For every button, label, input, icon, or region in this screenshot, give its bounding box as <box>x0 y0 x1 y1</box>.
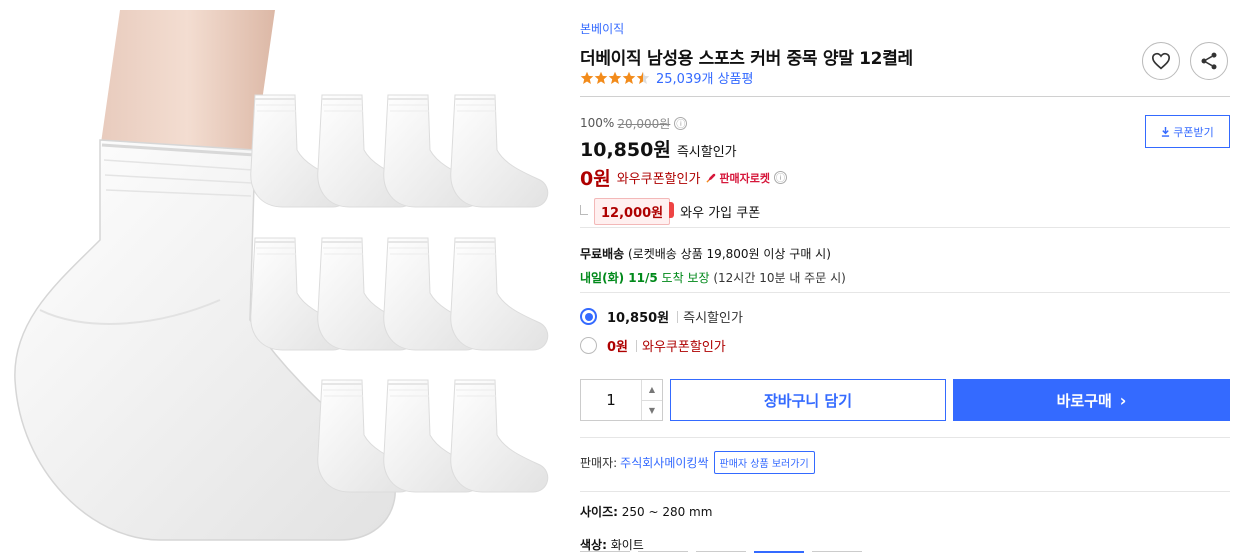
product-info-panel: 본베이직 더베이직 남성용 스포츠 커버 중목 양말 12켤레 25,039개 … <box>580 0 1230 555</box>
shipping-condition-row: 무료배송 (로켓배송 상품 19,800원 이상 구매 시) <box>580 245 846 262</box>
divider <box>580 227 1230 228</box>
divider <box>580 96 1230 97</box>
seller-products-button[interactable]: 판매자 상품 보러가기 <box>713 451 815 474</box>
option-price: 10,850원 <box>607 311 670 326</box>
option-label: 즉시할인가 <box>683 311 743 326</box>
wow-price-row: 0원 와우쿠폰할인가 판매자로켓 ⓘ <box>580 164 1230 191</box>
shipping-condition: (로켓배송 상품 19,800원 이상 구매 시) <box>628 247 831 261</box>
seller-rocket-badge: 판매자로켓 <box>706 170 770 186</box>
seller-label: 판매자: <box>580 456 618 470</box>
wow-price: 0원 <box>580 168 611 190</box>
product-title: 더베이직 남성용 스포츠 커버 중목 양말 12켤레 <box>580 49 913 69</box>
sale-price-row: 10,850원 즉시할인가 <box>580 135 1230 162</box>
option-swatch[interactable] <box>812 551 862 555</box>
sale-price: 10,850원 <box>580 139 671 161</box>
buy-now-label: 바로구매 <box>1056 391 1112 410</box>
option-swatch[interactable] <box>638 551 688 555</box>
info-icon[interactable]: ⓘ <box>674 116 688 130</box>
star-icon <box>608 71 622 84</box>
option-swatch[interactable] <box>696 551 746 555</box>
price-option-wow[interactable]: 0원 와우쿠폰할인가 <box>580 336 726 355</box>
quantity-up-button[interactable]: ▲ <box>642 380 662 400</box>
coupon-label: 와우 가입 쿠폰 <box>680 206 761 221</box>
divider <box>580 437 1230 438</box>
option-label: 와우쿠폰할인가 <box>642 340 726 355</box>
quantity-buttons: ▲ ▼ <box>641 380 662 420</box>
arrival-deadline: (12시간 10분 내 주문 시) <box>713 271 846 285</box>
quantity-input[interactable] <box>581 380 641 420</box>
radio-unselected[interactable] <box>580 337 597 354</box>
heart-icon <box>1151 52 1171 70</box>
color-value: 화이트 <box>610 538 644 552</box>
review-count[interactable]: 25,039개 상품평 <box>656 68 753 87</box>
rocket-icon <box>706 173 716 183</box>
coupon-corner <box>580 204 588 215</box>
radio-selected[interactable] <box>580 308 597 325</box>
half-star-icon <box>636 71 650 84</box>
option-price: 0원 <box>607 340 629 355</box>
brand-link[interactable]: 본베이직 <box>580 20 624 37</box>
add-to-cart-button[interactable]: 장바구니 담기 <box>670 379 946 421</box>
star-icon <box>594 71 608 84</box>
divider <box>580 292 1230 293</box>
option-separator <box>636 339 638 352</box>
rating-stars <box>580 71 650 85</box>
option-swatch[interactable] <box>580 551 630 555</box>
option-separator <box>677 310 679 323</box>
buy-now-button[interactable]: 바로구매 › <box>953 379 1230 421</box>
shipping-info: 무료배송 (로켓배송 상품 19,800원 이상 구매 시) 내일(화) 11/… <box>580 245 846 286</box>
seller-name-link[interactable]: 주식회사메이킹싹 <box>620 454 708 471</box>
star-icon <box>622 71 636 84</box>
coupon-row: 12,000원 와우 가입 쿠폰 <box>580 198 1230 225</box>
coupon-download-label: 쿠폰받기 <box>1173 125 1214 139</box>
option-swatches <box>580 551 870 555</box>
download-icon <box>1162 126 1170 137</box>
original-price: 20,000원 <box>617 116 671 131</box>
arrival-guarantee: 도착 보장 <box>661 271 710 285</box>
star-icon <box>580 71 594 84</box>
sale-price-label: 즉시할인가 <box>676 145 737 160</box>
product-image <box>0 0 560 555</box>
coupon-download-button[interactable]: 쿠폰받기 <box>1145 115 1230 148</box>
rating-row[interactable]: 25,039개 상품평 <box>580 68 753 87</box>
price-option-instant[interactable]: 10,850원 즉시할인가 <box>580 307 743 326</box>
size-spec: 사이즈: 250 ~ 280 mm <box>580 503 712 520</box>
wow-price-label: 와우쿠폰할인가 <box>616 172 701 187</box>
share-icon <box>1201 52 1217 70</box>
size-value: 250 ~ 280 mm <box>621 505 713 519</box>
arrival-row: 내일(화) 11/5 도착 보장 (12시간 10분 내 주문 시) <box>580 269 846 286</box>
info-icon[interactable]: ⓘ <box>774 171 788 184</box>
price-block: 100% 20,000원 ⓘ 10,850원 즉시할인가 0원 와우쿠폰할인가 … <box>580 114 1230 225</box>
rocket-badge-label: 판매자로켓 <box>719 171 771 185</box>
quantity-down-button[interactable]: ▼ <box>642 399 662 421</box>
color-label: 색상: <box>580 538 607 552</box>
size-label: 사이즈: <box>580 505 618 519</box>
wishlist-button[interactable] <box>1142 42 1180 80</box>
arrival-date: 내일(화) 11/5 <box>580 271 658 285</box>
free-shipping-label: 무료배송 <box>580 247 625 261</box>
original-price-row: 100% 20,000원 ⓘ <box>580 114 1230 132</box>
coupon-amount: 12,000원 <box>594 198 675 225</box>
chevron-right-icon: › <box>1119 390 1127 410</box>
share-button[interactable] <box>1190 42 1228 80</box>
option-swatch-selected[interactable] <box>754 551 804 555</box>
quantity-stepper: ▲ ▼ <box>580 379 663 421</box>
divider <box>580 491 1230 492</box>
seller-row: 판매자: 주식회사메이킹싹 판매자 상품 보러가기 <box>580 451 815 474</box>
discount-rate: 100% <box>580 116 615 130</box>
